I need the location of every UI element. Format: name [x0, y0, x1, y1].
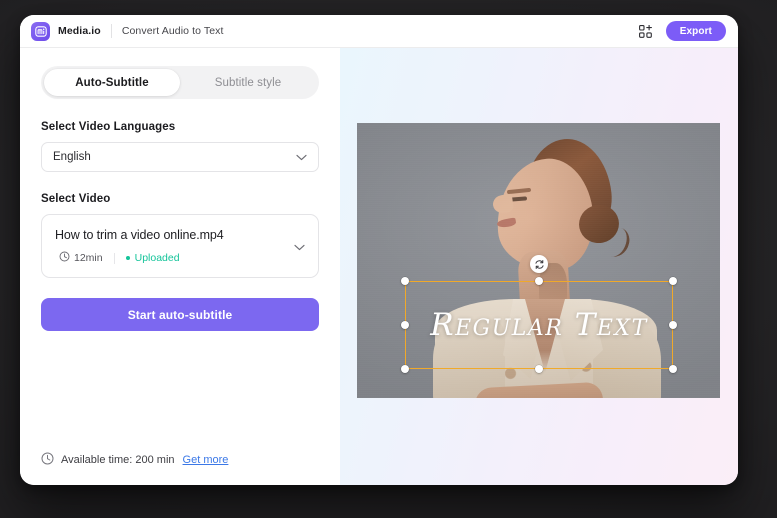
video-filename: How to trim a video online.mp4	[55, 228, 224, 242]
handle-top-right[interactable]	[669, 277, 677, 285]
tab-auto-subtitle-label: Auto-Subtitle	[75, 76, 149, 89]
video-card-content: How to trim a video online.mp4 12min Upl…	[55, 228, 294, 265]
tab-subtitle-style-label: Subtitle style	[214, 76, 282, 89]
video-meta-row: 12min Uploaded	[55, 251, 294, 265]
handle-top-left[interactable]	[401, 277, 409, 285]
chevron-down-icon	[294, 238, 305, 256]
handle-middle-right[interactable]	[669, 321, 677, 329]
app-subtitle: Convert Audio to Text	[121, 25, 224, 37]
meta-divider	[113, 252, 115, 264]
media-io-logo-icon[interactable]	[31, 21, 50, 41]
handle-middle-left[interactable]	[401, 321, 409, 329]
video-select-card[interactable]: How to trim a video online.mp4 12min Upl…	[41, 214, 319, 278]
export-button[interactable]: Export	[665, 21, 726, 41]
tab-subtitle-style[interactable]: Subtitle style	[180, 69, 316, 96]
available-time-footer: Available time: 200 min Get more	[41, 452, 228, 468]
clock-icon	[59, 251, 70, 265]
handle-bottom-right[interactable]	[669, 365, 677, 373]
desktop-backdrop: Media.io Convert Audio to Text Export Au…	[0, 0, 777, 518]
rotate-icon[interactable]	[530, 255, 548, 273]
app-window: Media.io Convert Audio to Text Export Au…	[20, 15, 738, 485]
language-select-value: English	[53, 151, 91, 163]
text-selection-overlay[interactable]: Regular Text	[401, 255, 677, 373]
get-more-link[interactable]: Get more	[183, 454, 229, 466]
video-duration-label: 12min	[74, 252, 103, 264]
handle-bottom-center[interactable]	[535, 365, 543, 373]
handle-bottom-left[interactable]	[401, 365, 409, 373]
top-bar: Media.io Convert Audio to Text Export	[20, 15, 738, 48]
handle-top-center[interactable]	[535, 277, 543, 285]
left-panel: Auto-Subtitle Subtitle style Select Vide…	[20, 48, 340, 485]
video-preview-panel: Regular Text	[340, 48, 738, 485]
topbar-divider	[110, 24, 112, 38]
available-time-label: Available time: 200 min	[61, 454, 175, 466]
clock-icon	[41, 452, 54, 468]
brand-name: Media.io	[58, 25, 101, 37]
chevron-down-icon	[296, 148, 307, 166]
subtitle-text[interactable]: Regular Text	[405, 307, 673, 343]
tab-switcher: Auto-Subtitle Subtitle style	[41, 66, 319, 99]
video-status: Uploaded	[125, 252, 180, 264]
tab-auto-subtitle[interactable]: Auto-Subtitle	[44, 69, 180, 96]
status-dot-icon	[125, 256, 130, 260]
start-auto-subtitle-button[interactable]: Start auto-subtitle	[41, 298, 319, 331]
apps-grid-icon[interactable]	[637, 22, 655, 40]
video-duration: 12min	[55, 251, 103, 265]
language-field-label: Select Video Languages	[41, 121, 176, 133]
window-body: Auto-Subtitle Subtitle style Select Vide…	[20, 48, 738, 485]
language-select[interactable]: English	[41, 142, 319, 172]
video-field-label: Select Video	[41, 193, 111, 205]
video-frame[interactable]: Regular Text	[357, 123, 720, 398]
video-status-label: Uploaded	[134, 252, 180, 264]
